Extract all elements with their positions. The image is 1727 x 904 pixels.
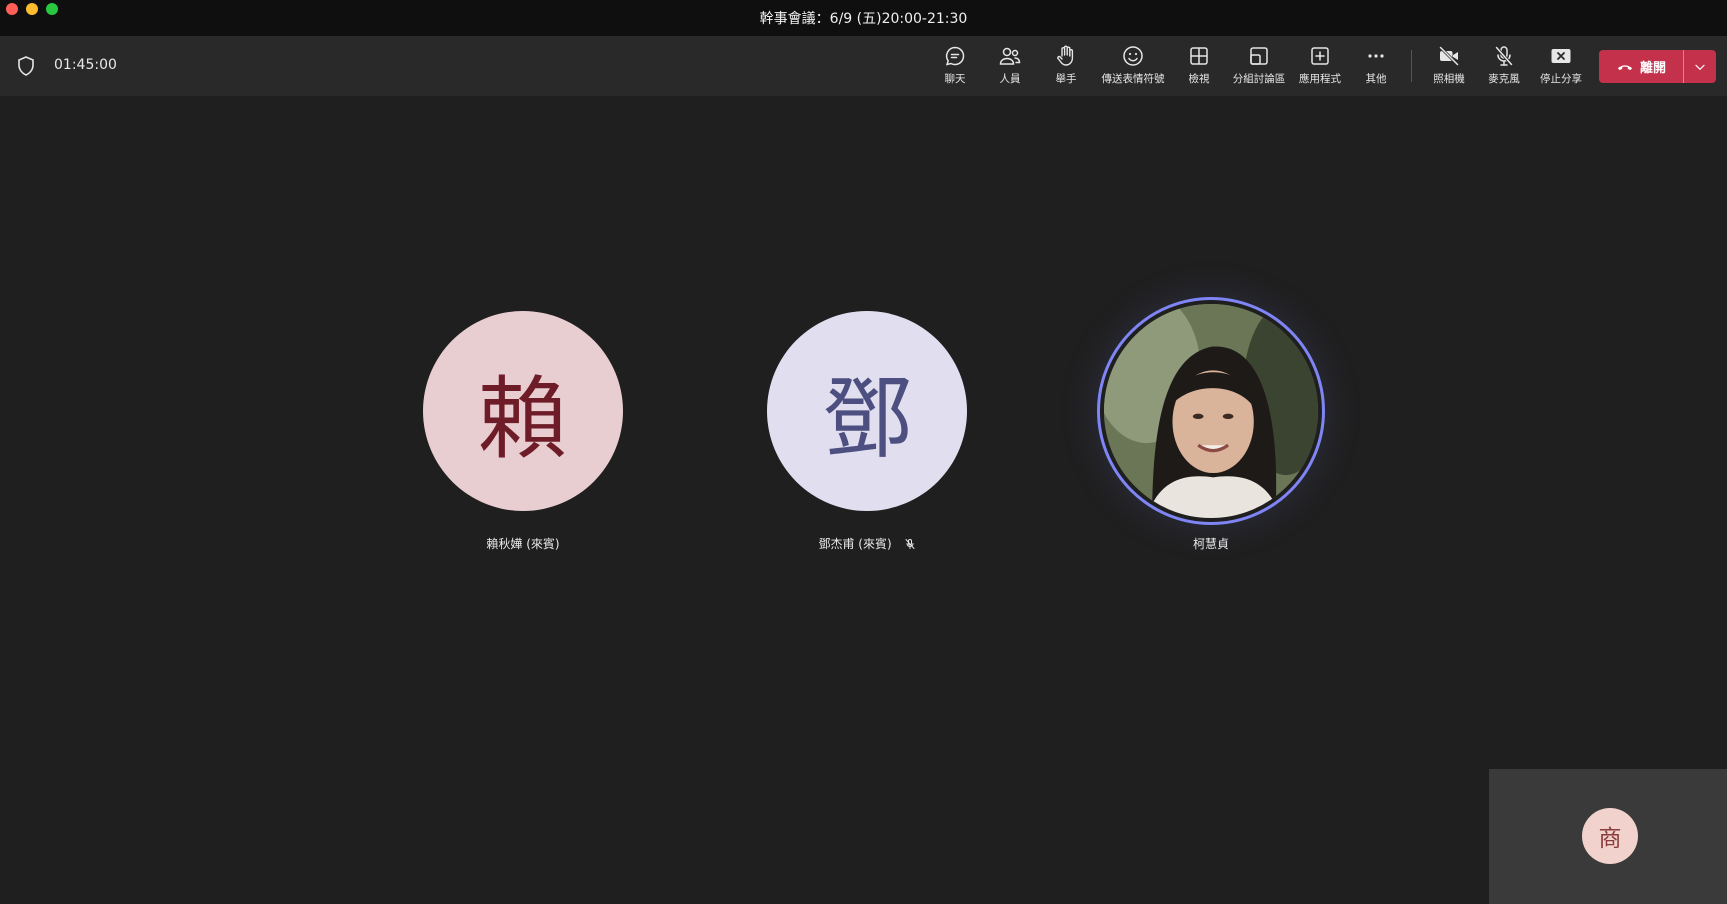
- toolbar-divider: [1411, 50, 1412, 82]
- stop-sharing-button[interactable]: 停止分享: [1537, 44, 1585, 90]
- raise-hand-label: 舉手: [1055, 73, 1077, 85]
- leave-label: 離開: [1639, 61, 1666, 76]
- view-label: 檢視: [1188, 73, 1210, 85]
- chat-button[interactable]: 聊天: [939, 44, 971, 90]
- meeting-timer: 01:45:00: [54, 57, 117, 73]
- people-icon: [999, 47, 1021, 65]
- profile-photo-image: [1104, 304, 1318, 518]
- camera-button[interactable]: 照相機: [1430, 44, 1468, 90]
- camera-label: 照相機: [1433, 73, 1465, 85]
- people-label: 人員: [999, 73, 1021, 85]
- shield-icon[interactable]: [17, 56, 35, 76]
- window-controls: [6, 3, 58, 15]
- smiley-icon: [1123, 46, 1143, 66]
- window-title: 幹事會議：6/9 (五)20:00-21:30: [759, 11, 968, 27]
- stop-sharing-label: 停止分享: [1540, 73, 1582, 85]
- participant-name: 賴秋嬅 (來賓): [486, 537, 560, 551]
- apps-label: 應用程式: [1299, 73, 1341, 85]
- breakout-rooms-label: 分組討論區: [1232, 73, 1286, 85]
- reactions-button[interactable]: 傳送表情符號: [1100, 44, 1166, 90]
- maximize-window-button[interactable]: [46, 3, 58, 15]
- breakout-rooms-button[interactable]: 分組討論區: [1232, 44, 1286, 90]
- more-label: 其他: [1365, 73, 1387, 85]
- mic-off-icon: [1494, 46, 1514, 66]
- participant-name: 柯慧貞: [1192, 537, 1229, 551]
- breakout-rooms-icon: [1250, 47, 1268, 65]
- self-view-tile[interactable]: 商: [1489, 769, 1727, 904]
- mic-button[interactable]: 麥克風: [1485, 44, 1523, 90]
- participant-avatar[interactable]: 鄧: [767, 311, 967, 511]
- leave-button-group: 離開: [1599, 50, 1716, 83]
- chevron-down-icon: [1695, 64, 1705, 70]
- participant-photo: [1104, 304, 1318, 518]
- close-window-button[interactable]: [6, 3, 18, 15]
- grid-view-icon: [1190, 47, 1208, 65]
- participant-avatar[interactable]: 賴: [423, 311, 623, 511]
- minimize-window-button[interactable]: [26, 3, 38, 15]
- muted-mic-icon: [905, 539, 914, 549]
- active-speaker-avatar[interactable]: [1097, 297, 1325, 525]
- participant-name: 鄧杰甫 (來賓): [818, 537, 892, 551]
- hand-icon: [1057, 45, 1074, 66]
- people-button[interactable]: 人員: [994, 44, 1026, 90]
- stop-share-icon: [1551, 49, 1571, 63]
- window-titlebar: 幹事會議：6/9 (五)20:00-21:30: [0, 0, 1727, 36]
- raise-hand-button[interactable]: 舉手: [1050, 44, 1082, 90]
- chat-label: 聊天: [944, 73, 966, 85]
- mic-label: 麥克風: [1488, 73, 1520, 85]
- chat-icon: [945, 46, 965, 66]
- reactions-label: 傳送表情符號: [1101, 73, 1165, 85]
- more-icon: [1368, 54, 1384, 58]
- self-avatar: 商: [1582, 808, 1638, 864]
- view-button[interactable]: 檢視: [1183, 44, 1215, 90]
- leave-options-button[interactable]: [1684, 50, 1716, 83]
- apps-button[interactable]: 應用程式: [1298, 44, 1342, 90]
- add-app-icon: [1311, 47, 1329, 65]
- meeting-toolbar: 01:45:00 聊天 人員 舉手 傳送表情符號 檢視 分組討論區 應用程式 其…: [0, 36, 1727, 96]
- more-button[interactable]: 其他: [1360, 44, 1392, 90]
- participant-name-row: 鄧杰甫 (來賓): [767, 535, 967, 552]
- leave-button[interactable]: 離開: [1599, 50, 1683, 83]
- hang-up-icon: [1617, 64, 1633, 70]
- camera-off-icon: [1438, 45, 1460, 67]
